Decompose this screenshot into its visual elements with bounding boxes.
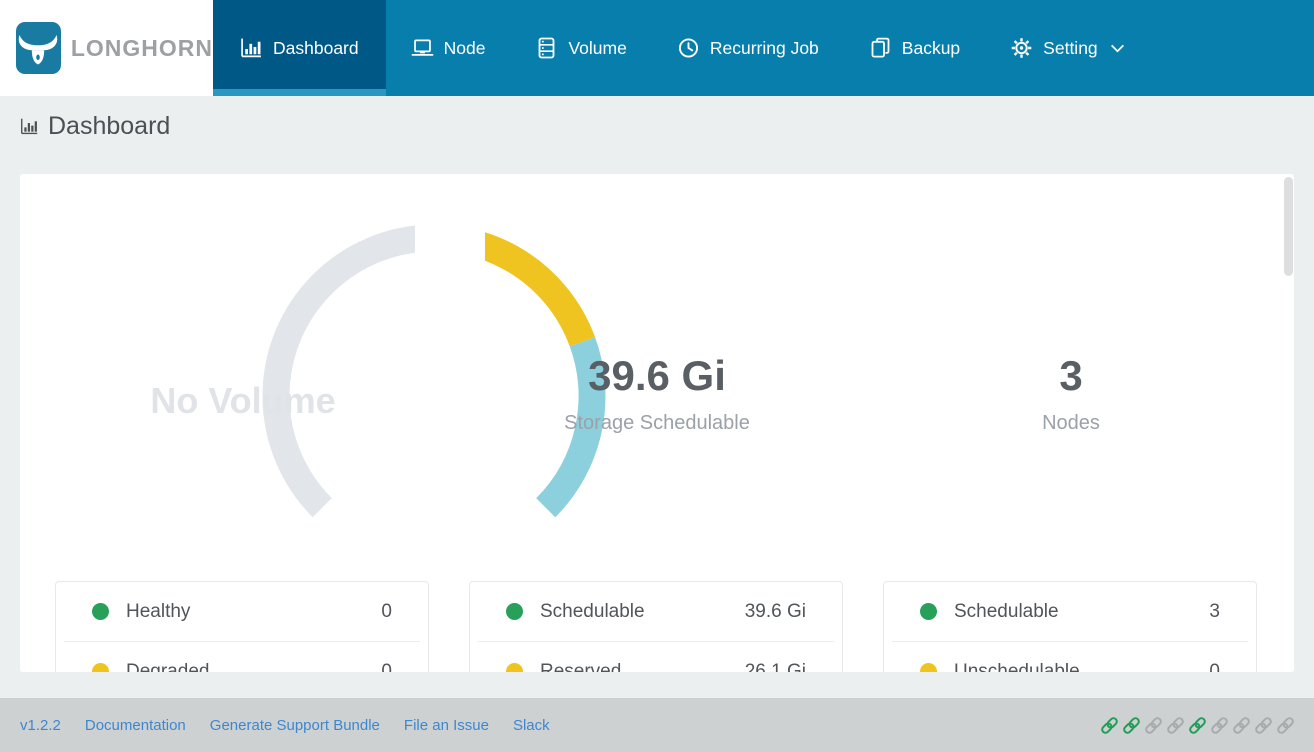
legend-row: Degraded 0 <box>56 642 428 672</box>
legend-label: Healthy <box>126 600 191 622</box>
nav-item-label: Setting <box>1043 37 1098 58</box>
chain-link-icon-green <box>1099 717 1120 734</box>
nav-item-backup[interactable]: Backup <box>844 0 985 96</box>
gauge-center-label: Storage Schedulable <box>564 412 750 434</box>
page-title: Dashboard <box>48 112 171 140</box>
legend-value: 0 <box>381 660 392 673</box>
backup-icon <box>869 37 892 59</box>
legend-label: Schedulable <box>540 600 645 622</box>
gauge-segment-reserved <box>485 232 596 347</box>
longhorn-logo[interactable]: LONGHORN <box>0 0 213 96</box>
legend-label: Degraded <box>126 660 210 673</box>
dashboard-icon <box>20 117 39 136</box>
volume-icon <box>535 37 558 59</box>
chain-link-icon-gray <box>1275 717 1296 734</box>
brand-name: LONGHORN <box>70 34 213 61</box>
legend-row: Schedulable 39.6 Gi <box>470 582 842 641</box>
footer-bar: v1.2.2 Documentation Generate Support Bund… <box>0 698 1314 752</box>
node-icon <box>411 37 434 59</box>
page-header: Dashboard <box>20 112 170 141</box>
dashboard-card: No Volume Healthy 0 Degraded 0 39.6 Gi S… <box>20 174 1294 672</box>
scrollbar-thumb[interactable] <box>1284 177 1293 276</box>
chain-link-icon-green <box>1187 717 1208 734</box>
gauge-legend: Schedulable 3 Unschedulable 0 <box>883 581 1257 672</box>
gauge-center-value: 39.6 Gi <box>588 352 726 399</box>
gauge-center-value: 3 <box>1059 352 1083 399</box>
recurring-job-icon <box>677 37 700 59</box>
nav-item-label: Volume <box>568 37 627 58</box>
chevron-down-icon <box>1110 44 1125 53</box>
gauge-segment-empty <box>262 225 415 518</box>
nav-item-setting[interactable]: Setting <box>985 0 1149 96</box>
legend-status-dot <box>92 663 109 672</box>
nav-item-label: Dashboard <box>273 37 359 58</box>
legend-status-dot <box>920 603 937 620</box>
legend-value: 3 <box>1209 600 1220 622</box>
setting-icon <box>1010 37 1033 59</box>
gauge-center-label: Nodes <box>1042 412 1100 434</box>
nav-item-dashboard[interactable]: Dashboard <box>213 0 386 96</box>
gauge-column: 3 Nodes Schedulable 3 Unschedulable 0 <box>864 174 1278 672</box>
top-navbar: LONGHORN Dashboard Node Volume Recurring… <box>0 0 1314 96</box>
chain-link-icon-gray <box>1231 717 1252 734</box>
dashboard-icon <box>240 37 263 59</box>
gauge-empty-text: No Volume <box>150 380 336 421</box>
nav-item-recurring-job[interactable]: Recurring Job <box>652 0 844 96</box>
legend-row: Unschedulable 0 <box>884 642 1256 672</box>
legend-status-dot <box>506 663 523 672</box>
active-tab-strip <box>213 89 386 96</box>
legend-status-dot <box>92 603 109 620</box>
footer-link-file-an-issue[interactable]: File an Issue <box>404 717 489 734</box>
gauge-legend: Healthy 0 Degraded 0 <box>55 581 429 672</box>
longhorn-bull-icon <box>16 22 61 74</box>
legend-label: Unschedulable <box>954 660 1080 673</box>
legend-value: 26.1 Gi <box>744 660 806 673</box>
gauge-column: No Volume Healthy 0 Degraded 0 <box>36 174 450 672</box>
legend-label: Schedulable <box>954 600 1059 622</box>
footer-link-v1-2-2[interactable]: v1.2.2 <box>20 717 61 734</box>
legend-value: 0 <box>381 600 392 622</box>
legend-label: Reserved <box>540 660 622 673</box>
node-link-indicators <box>1099 717 1296 734</box>
chain-link-icon-green <box>1121 717 1142 734</box>
nav-item-label: Backup <box>901 37 961 58</box>
gauge-column: 39.6 Gi Storage Schedulable Schedulable … <box>450 174 864 672</box>
chain-link-icon-gray <box>1143 717 1164 734</box>
legend-row: Reserved 26.1 Gi <box>470 642 842 672</box>
footer-link-documentation[interactable]: Documentation <box>85 717 186 734</box>
chain-link-icon-gray <box>1165 717 1186 734</box>
legend-value: 0 <box>1209 660 1220 673</box>
chain-link-icon-gray <box>1209 717 1230 734</box>
legend-status-dot <box>920 663 937 672</box>
nav-tabs: Dashboard Node Volume Recurring Job Back… <box>213 0 1314 96</box>
footer-links: v1.2.2 Documentation Generate Support Bund… <box>20 717 550 734</box>
legend-value: 39.6 Gi <box>744 600 806 622</box>
nav-item-node[interactable]: Node <box>386 0 511 96</box>
nav-item-volume[interactable]: Volume <box>510 0 651 96</box>
chain-link-icon-gray <box>1253 717 1274 734</box>
legend-row: Healthy 0 <box>56 582 428 641</box>
nav-item-label: Recurring Job <box>709 37 819 58</box>
legend-row: Schedulable 3 <box>884 582 1256 641</box>
nav-item-label: Node <box>443 37 486 58</box>
gauge-legend: Schedulable 39.6 Gi Reserved 26.1 Gi <box>469 581 843 672</box>
footer-link-generate-support-bundle[interactable]: Generate Support Bundle <box>210 717 380 734</box>
legend-status-dot <box>506 603 523 620</box>
footer-link-slack[interactable]: Slack <box>513 717 550 734</box>
